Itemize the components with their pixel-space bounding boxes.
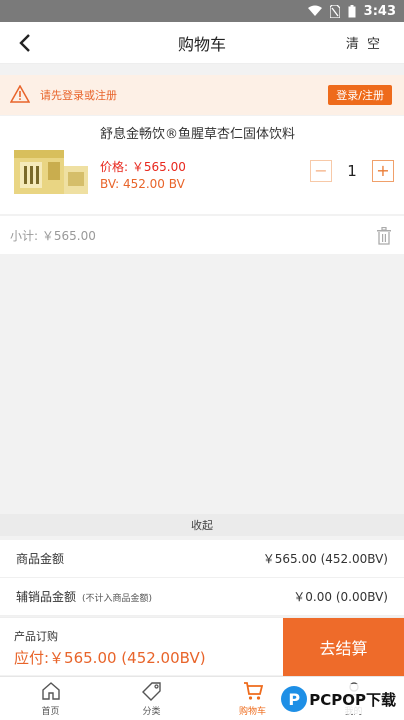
login-notice: 请先登录或注册 登录/注册 — [0, 75, 404, 115]
order-label: 产品订购 — [14, 630, 58, 643]
accessory-amount-note: (不计入商品金额) — [82, 594, 153, 604]
cart-icon — [243, 681, 263, 700]
increase-quantity-button[interactable]: + — [372, 160, 394, 182]
clock: 3:43 — [363, 3, 396, 19]
tag-icon — [141, 681, 161, 701]
battery-icon — [348, 4, 356, 18]
tab-category-label: 分类 — [142, 706, 161, 717]
product-name[interactable]: 舒息金畅饮®鱼腥草杏仁固体饮料 — [100, 123, 295, 142]
collapse-toggle[interactable]: 收起 — [0, 514, 404, 536]
tab-home[interactable]: 首页 — [0, 677, 101, 720]
product-price: 价格: ￥565.00 — [100, 160, 186, 174]
product-amount-value: ￥565.00 (452.00BV) — [262, 552, 388, 566]
quantity-value: 1 — [347, 162, 357, 180]
product-amount-label: 商品金额 — [16, 552, 65, 566]
watermark-logo: P — [281, 686, 308, 712]
status-bar: 3:43 — [0, 0, 404, 22]
product-image[interactable] — [12, 144, 92, 198]
checkout-bar: 产品订购 应付:￥565.00 (452.00BV) 去结算 — [0, 617, 404, 676]
accessory-amount-label-group: 辅销品金额 (不计入商品金额) — [16, 588, 152, 605]
cart-item: 舒息金畅饮®鱼腥草杏仁固体饮料 价格: ￥565.00 BV: 452.00 B… — [0, 116, 404, 214]
checkout-button[interactable]: 去结算 — [283, 618, 404, 676]
warning-icon — [10, 85, 30, 105]
subtotal-text: 小计: ￥565.00 — [10, 228, 96, 243]
tab-home-label: 首页 — [41, 706, 60, 717]
accessory-amount-value: ￥0.00 (0.00BV) — [293, 590, 388, 604]
product-amount-row: 商品金额 ￥565.00 (452.00BV) — [0, 540, 404, 578]
wifi-icon — [307, 5, 322, 17]
tab-category[interactable]: 分类 — [101, 677, 202, 720]
accessory-amount-row: 辅销品金额 (不计入商品金额) ￥0.00 (0.00BV) — [0, 578, 404, 616]
amount-summary: 商品金额 ￥565.00 (452.00BV) 辅销品金额 (不计入商品金额) ￥… — [0, 540, 404, 616]
login-register-button[interactable]: 登录/注册 — [328, 85, 392, 105]
quantity-stepper: − 1 + — [310, 160, 394, 182]
decrease-quantity-button[interactable]: − — [310, 160, 332, 182]
watermark: P PCPOP下载 — [277, 684, 400, 714]
delete-item-button[interactable] — [376, 226, 392, 245]
subtotal-row: 小计: ￥565.00 — [0, 216, 404, 254]
page-title: 购物车 — [177, 34, 226, 54]
product-bv: BV: 452.00 BV — [100, 177, 185, 191]
back-button[interactable] — [12, 30, 38, 56]
payable-amount: 应付:￥565.00 (452.00BV) — [14, 649, 206, 667]
top-bar: 购物车 清 空 — [0, 22, 404, 64]
trash-icon — [377, 226, 391, 245]
tab-cart-label: 购物车 — [238, 706, 266, 717]
accessory-amount-label: 辅销品金额 — [16, 590, 77, 604]
no-sim-icon — [329, 4, 340, 18]
clear-cart-button[interactable]: 清 空 — [346, 33, 382, 52]
chevron-left-icon — [19, 34, 30, 52]
home-icon — [41, 681, 60, 700]
login-prompt-text: 请先登录或注册 — [40, 89, 117, 102]
watermark-text: PCPOP下载 — [309, 690, 396, 709]
